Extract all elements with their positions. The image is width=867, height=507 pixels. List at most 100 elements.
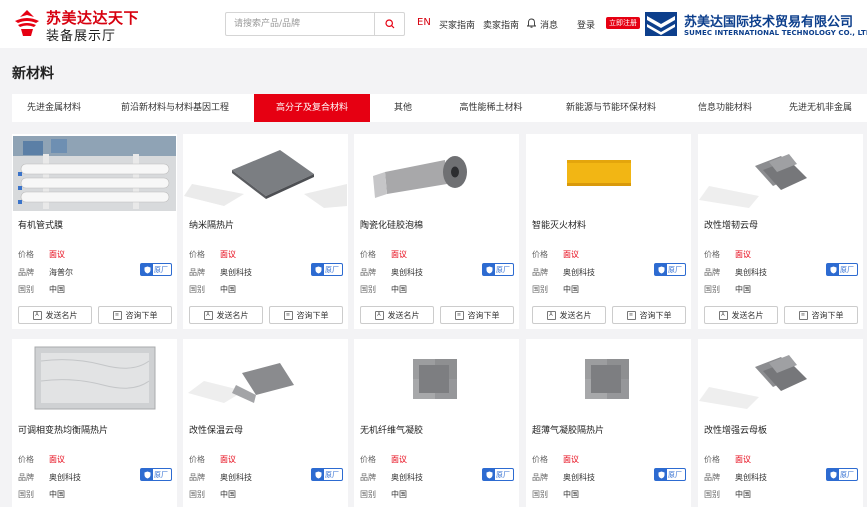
country-label: 国别 <box>189 285 205 294</box>
search-button[interactable] <box>374 13 404 35</box>
product-name[interactable]: 有机管式膜 <box>18 218 63 231</box>
product-name[interactable]: 可调相变热均衡隔热片 <box>18 423 108 436</box>
factory-badge: 原厂 <box>826 263 858 276</box>
product-card[interactable]: 可调相变热均衡隔热片 价格 面议 品牌 奥创科技 原厂 国别 中国 <box>12 339 177 507</box>
price-value: 面议 <box>220 250 236 259</box>
search-icon <box>384 19 394 29</box>
price-value: 面议 <box>49 250 65 259</box>
tab-info-functional[interactable]: 信息功能材料 <box>676 94 774 122</box>
search-box <box>225 12 405 36</box>
brand-row: 品牌 奥创科技 <box>360 472 423 483</box>
product-image[interactable] <box>699 136 862 211</box>
send-card-button[interactable]: A 发送名片 <box>18 306 92 324</box>
product-image[interactable] <box>184 341 347 416</box>
country-row: 国别 中国 <box>704 284 751 295</box>
shield-icon <box>655 264 667 275</box>
brand-value: 海普尔 <box>49 268 73 277</box>
product-card[interactable]: 智能灭火材料 价格 面议 品牌 奥创科技 原厂 国别 中国 A 发送名片 ≡ 咨询下单 <box>526 134 691 329</box>
product-image[interactable] <box>184 136 347 211</box>
price-row: 价格 面议 <box>360 454 407 465</box>
country-row: 国别 中国 <box>360 284 407 295</box>
product-card[interactable]: 改性增韧云母 价格 面议 品牌 奥创科技 原厂 国别 中国 A 发送名片 ≡ 咨询下单 <box>698 134 863 329</box>
tab-inorganic-nonmetal[interactable]: 先进无机非金属 <box>774 94 867 122</box>
brand-value: 奥创科技 <box>735 473 767 482</box>
country-row: 国别 中国 <box>704 489 751 500</box>
product-image[interactable] <box>699 341 862 416</box>
country-label: 国别 <box>704 490 720 499</box>
top-header: 苏美达达天下 装备展示厅 EN 买家指南 卖家指南 消息 登录 立即注册 苏美达… <box>0 0 867 48</box>
tab-frontier-materials[interactable]: 前沿新材料与材料基因工程 <box>96 94 254 122</box>
bell-icon[interactable] <box>527 18 536 28</box>
price-row: 价格 面议 <box>18 249 65 260</box>
category-tabs: 先进金属材料 前沿新材料与材料基因工程 高分子及复合材料 其他 高性能稀土材料 … <box>12 94 867 122</box>
brand-label: 品牌 <box>704 268 720 277</box>
price-value: 面议 <box>563 250 579 259</box>
tab-new-energy[interactable]: 新能源与节能环保材料 <box>546 94 676 122</box>
brand-label: 品牌 <box>18 268 34 277</box>
send-card-button[interactable]: A 发送名片 <box>189 306 263 324</box>
shield-icon <box>483 469 495 480</box>
inquiry-button[interactable]: ≡ 咨询下单 <box>784 306 858 324</box>
brand-label: 品牌 <box>532 268 548 277</box>
language-switch[interactable]: EN <box>417 17 431 28</box>
country-row: 国别 中国 <box>189 284 236 295</box>
product-name[interactable]: 改性增强云母板 <box>704 423 767 436</box>
factory-badge: 原厂 <box>482 263 514 276</box>
product-image[interactable] <box>355 136 518 211</box>
tab-advanced-metal[interactable]: 先进金属材料 <box>12 94 96 122</box>
product-name[interactable]: 超薄气凝胶隔热片 <box>532 423 604 436</box>
login-link[interactable]: 登录 <box>577 18 595 31</box>
product-card[interactable]: 纳米隔热片 价格 面议 品牌 奥创科技 原厂 国别 中国 A 发送名片 ≡ 咨询下单 <box>183 134 348 329</box>
product-name[interactable]: 陶瓷化硅胶泡棉 <box>360 218 423 231</box>
inquiry-button[interactable]: ≡ 咨询下单 <box>269 306 343 324</box>
product-image[interactable] <box>527 341 690 416</box>
shield-icon <box>312 264 324 275</box>
seller-guide-link[interactable]: 卖家指南 <box>483 18 519 31</box>
inquiry-button[interactable]: ≡ 咨询下单 <box>612 306 686 324</box>
corp-name-en: SUMEC INTERNATIONAL TECHNOLOGY CO., LTD. <box>684 29 867 37</box>
price-label: 价格 <box>360 455 376 464</box>
shield-icon <box>827 469 839 480</box>
product-card[interactable]: 改性增强云母板 价格 面议 品牌 奥创科技 原厂 国别 中国 <box>698 339 863 507</box>
send-card-button[interactable]: A 发送名片 <box>532 306 606 324</box>
product-card[interactable]: 改性保温云母 价格 面议 品牌 奥创科技 原厂 国别 中国 <box>183 339 348 507</box>
card-icon: A <box>374 310 384 320</box>
inquiry-button[interactable]: ≡ 咨询下单 <box>98 306 172 324</box>
message-link[interactable]: 消息 <box>540 18 558 31</box>
product-card[interactable]: 陶瓷化硅胶泡棉 价格 面议 品牌 奥创科技 原厂 国别 中国 A 发送名片 ≡ 咨询下单 <box>354 134 519 329</box>
register-button[interactable]: 立即注册 <box>606 17 640 29</box>
inquiry-button[interactable]: ≡ 咨询下单 <box>440 306 514 324</box>
shield-icon <box>655 469 667 480</box>
send-card-button[interactable]: A 发送名片 <box>360 306 434 324</box>
tab-other[interactable]: 其他 <box>370 94 436 122</box>
product-card[interactable]: 无机纤维气凝胶 价格 面议 品牌 奥创科技 原厂 国别 中国 <box>354 339 519 507</box>
product-name[interactable]: 纳米隔热片 <box>189 218 234 231</box>
form-icon: ≡ <box>112 310 122 320</box>
product-card[interactable]: 有机管式膜 价格 面议 品牌 海普尔 原厂 国别 中国 A 发送名片 ≡ 咨询下单 <box>12 134 177 329</box>
price-row: 价格 面议 <box>360 249 407 260</box>
price-row: 价格 面议 <box>18 454 65 465</box>
send-card-button[interactable]: A 发送名片 <box>704 306 778 324</box>
tab-rare-earth[interactable]: 高性能稀土材料 <box>436 94 546 122</box>
brand-row: 品牌 奥创科技 <box>189 472 252 483</box>
product-image[interactable] <box>13 136 176 211</box>
price-label: 价格 <box>189 455 205 464</box>
tab-polymer-composite[interactable]: 高分子及复合材料 <box>254 94 370 122</box>
factory-badge: 原厂 <box>826 468 858 481</box>
search-input[interactable] <box>226 13 374 35</box>
price-label: 价格 <box>360 250 376 259</box>
factory-badge: 原厂 <box>140 263 172 276</box>
country-value: 中国 <box>735 285 751 294</box>
product-image[interactable] <box>527 136 690 211</box>
buyer-guide-link[interactable]: 买家指南 <box>439 18 475 31</box>
product-name[interactable]: 改性增韧云母 <box>704 218 758 231</box>
logo-icon[interactable] <box>12 9 42 37</box>
product-card[interactable]: 超薄气凝胶隔热片 价格 面议 品牌 奥创科技 原厂 国别 中国 <box>526 339 691 507</box>
product-name[interactable]: 智能灭火材料 <box>532 218 586 231</box>
product-image[interactable] <box>13 341 176 416</box>
product-name[interactable]: 无机纤维气凝胶 <box>360 423 423 436</box>
price-row: 价格 面议 <box>532 249 579 260</box>
product-name[interactable]: 改性保温云母 <box>189 423 243 436</box>
product-image[interactable] <box>355 341 518 416</box>
price-value: 面议 <box>391 455 407 464</box>
